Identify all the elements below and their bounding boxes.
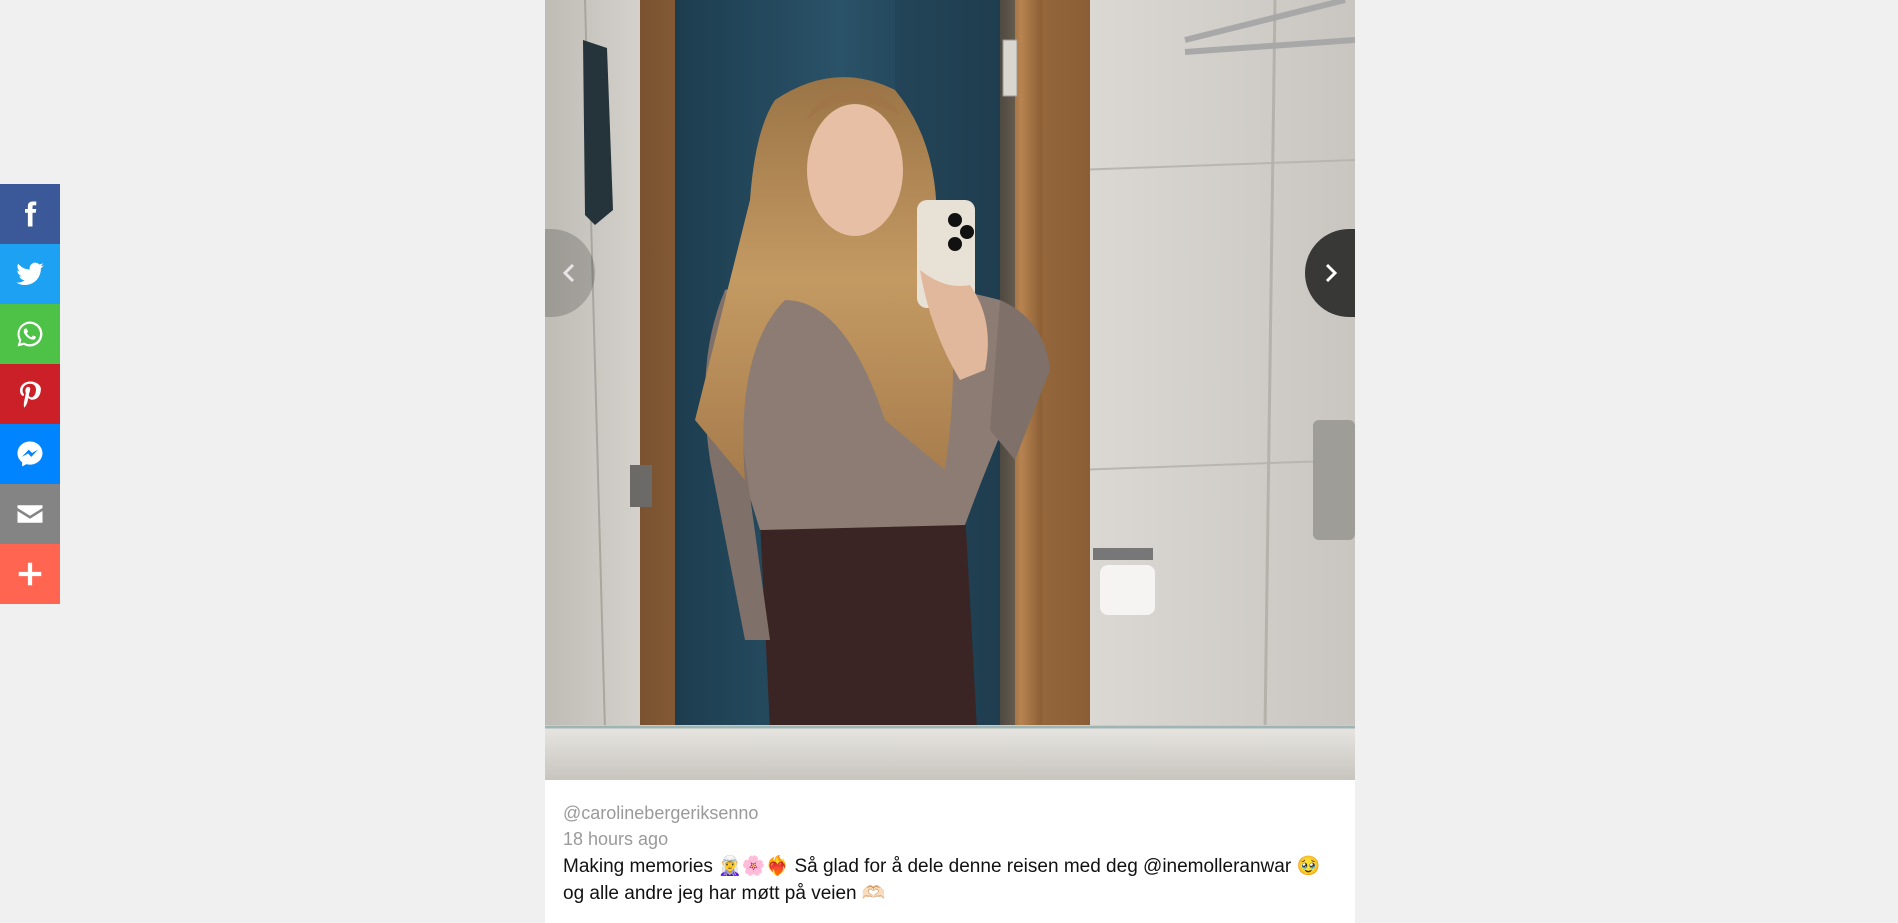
chevron-left-icon [562, 263, 575, 283]
pinterest-icon [20, 381, 41, 408]
plus-icon [18, 562, 42, 586]
post-timestamp: 18 hours ago [563, 829, 669, 849]
post-caption: Making memories 🧝‍♀️🌸❤️‍🔥 Så glad for å … [563, 856, 1321, 904]
more-share-button[interactable] [0, 544, 60, 604]
author-handle[interactable]: @carolinebergeriksenno [563, 800, 1337, 826]
whatsapp-share-button[interactable] [0, 304, 60, 364]
chevron-right-icon [1325, 263, 1338, 283]
share-sidebar [0, 184, 60, 604]
email-icon [17, 505, 43, 523]
messenger-icon [17, 441, 43, 467]
pinterest-share-button[interactable] [0, 364, 60, 424]
facebook-icon [25, 201, 37, 227]
post-caption-area: @carolinebergeriksenno 18 hours ago Maki… [545, 780, 1355, 907]
messenger-share-button[interactable] [0, 424, 60, 484]
post-card: @carolinebergeriksenno 18 hours ago Maki… [545, 0, 1355, 923]
twitter-share-button[interactable] [0, 244, 60, 304]
post-media [545, 0, 1355, 780]
facebook-share-button[interactable] [0, 184, 60, 244]
whatsapp-icon [17, 321, 43, 347]
twitter-icon [16, 262, 44, 286]
email-share-button[interactable] [0, 484, 60, 544]
post-photo [545, 0, 1355, 780]
